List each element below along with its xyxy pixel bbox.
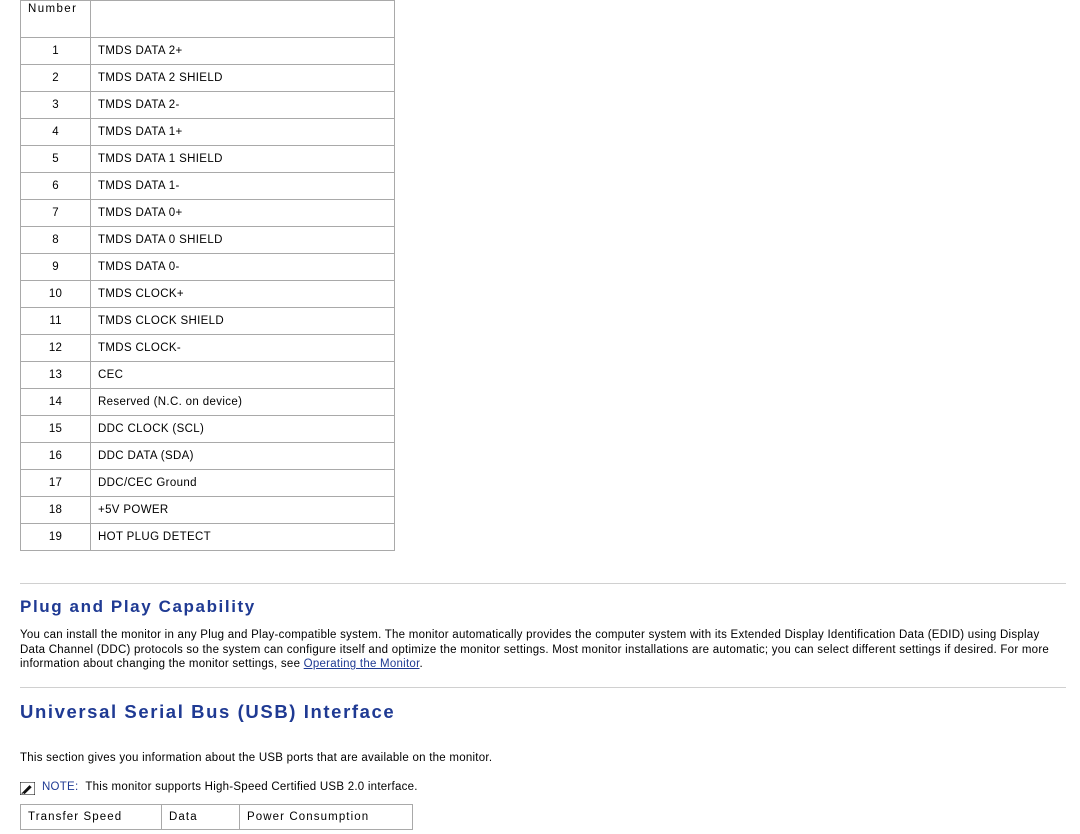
operating-the-monitor-link[interactable]: Operating the Monitor [304, 658, 420, 670]
table-header-row: Number [20, 0, 395, 38]
pin-signal: TMDS DATA 2- [90, 91, 395, 119]
table-row: 5 TMDS DATA 1 SHIELD [20, 145, 395, 173]
table-row: 6 TMDS DATA 1- [20, 172, 395, 200]
pin-signal: TMDS DATA 2 SHIELD [90, 64, 395, 92]
pin-number: 9 [20, 253, 91, 281]
pin-signal: TMDS CLOCK- [90, 334, 395, 362]
pin-signal: TMDS CLOCK SHIELD [90, 307, 395, 335]
table-row: 12 TMDS CLOCK- [20, 334, 395, 362]
pin-signal: CEC [90, 361, 395, 389]
pin-signal: TMDS DATA 0- [90, 253, 395, 281]
pin-signal: Reserved (N.C. on device) [90, 388, 395, 416]
pin-number: 15 [20, 415, 91, 443]
table-row: 3 TMDS DATA 2- [20, 91, 395, 119]
pin-number: 1 [20, 37, 91, 65]
table-row: 1 TMDS DATA 2+ [20, 37, 395, 65]
pin-signal: TMDS DATA 0 SHIELD [90, 226, 395, 254]
table-row: 19 HOT PLUG DETECT [20, 523, 395, 551]
note-text: This monitor supports High-Speed Certifi… [85, 781, 418, 793]
divider-usb-interface [20, 687, 1066, 688]
table-row: 13 CEC [20, 361, 395, 389]
pin-signal: TMDS DATA 0+ [90, 199, 395, 227]
usb-table-body: Transfer Speed Data Power Consumption [20, 804, 413, 830]
table-row: 15 DDC CLOCK (SCL) [20, 415, 395, 443]
plug-and-play-paragraph: You can install the monitor in any Plug … [20, 628, 1066, 672]
column-header-number: Number [20, 0, 91, 38]
pin-number: 10 [20, 280, 91, 308]
pin-signal: DDC DATA (SDA) [90, 442, 395, 470]
hdmi-pin-assignment-table: Number 1 TMDS DATA 2+ 2 TMDS DATA 2 SHIE… [20, 0, 395, 551]
heading-plug-and-play: Plug and Play Capability [20, 597, 256, 616]
column-header-signal [90, 0, 395, 38]
table-row: 8 TMDS DATA 0 SHIELD [20, 226, 395, 254]
pin-signal: TMDS CLOCK+ [90, 280, 395, 308]
pin-number: 16 [20, 442, 91, 470]
pin-number: 18 [20, 496, 91, 524]
pin-signal: TMDS DATA 1- [90, 172, 395, 200]
pin-signal: HOT PLUG DETECT [90, 523, 395, 551]
pin-signal: TMDS DATA 1 SHIELD [90, 145, 395, 173]
usb-column-header-data: Data [161, 804, 240, 830]
table-row: 10 TMDS CLOCK+ [20, 280, 395, 308]
table-row: 4 TMDS DATA 1+ [20, 118, 395, 146]
pin-signal: DDC CLOCK (SCL) [90, 415, 395, 443]
note-block: NOTE: This monitor supports High-Speed C… [19, 781, 418, 796]
pin-number: 7 [20, 199, 91, 227]
plug-and-play-text-after-link: . [419, 658, 423, 671]
usb-table-header-row: Transfer Speed Data Power Consumption [20, 804, 413, 830]
table-row: 7 TMDS DATA 0+ [20, 199, 395, 227]
pin-number: 14 [20, 388, 91, 416]
usb-spec-table: Transfer Speed Data Power Consumption [20, 804, 413, 830]
table-row: 17 DDC/CEC Ground [20, 469, 395, 497]
pin-signal: +5V POWER [90, 496, 395, 524]
pin-number: 2 [20, 64, 91, 92]
pin-number: 19 [20, 523, 91, 551]
plug-and-play-text-before-link: You can install the monitor in any Plug … [20, 629, 1050, 671]
table-row: 11 TMDS CLOCK SHIELD [20, 307, 395, 335]
pin-number: 3 [20, 91, 91, 119]
heading-usb-interface: Universal Serial Bus (USB) Interface [20, 701, 396, 722]
table-row: 16 DDC DATA (SDA) [20, 442, 395, 470]
pin-number: 12 [20, 334, 91, 362]
pin-number: 11 [20, 307, 91, 335]
table-row: 18 +5V POWER [20, 496, 395, 524]
pin-signal: TMDS DATA 1+ [90, 118, 395, 146]
table-row: 14 Reserved (N.C. on device) [20, 388, 395, 416]
table-row: 2 TMDS DATA 2 SHIELD [20, 64, 395, 92]
usb-column-header-power-consumption: Power Consumption [239, 804, 413, 830]
pin-number: 8 [20, 226, 91, 254]
pin-number: 13 [20, 361, 91, 389]
pin-number: 6 [20, 172, 91, 200]
pin-table-body: Number 1 TMDS DATA 2+ 2 TMDS DATA 2 SHIE… [20, 0, 395, 551]
note-label: NOTE: [42, 781, 79, 793]
note-pencil-icon [19, 781, 36, 796]
usb-column-header-transfer-speed: Transfer Speed [20, 804, 162, 830]
pin-number: 4 [20, 118, 91, 146]
pin-signal: TMDS DATA 2+ [90, 37, 395, 65]
pin-signal: DDC/CEC Ground [90, 469, 395, 497]
pin-number: 17 [20, 469, 91, 497]
pin-number: 5 [20, 145, 91, 173]
usb-intro-paragraph: This section gives you information about… [20, 752, 493, 764]
document-page: Number 1 TMDS DATA 2+ 2 TMDS DATA 2 SHIE… [0, 0, 1080, 834]
divider-plug-and-play [20, 583, 1066, 584]
table-row: 9 TMDS DATA 0- [20, 253, 395, 281]
